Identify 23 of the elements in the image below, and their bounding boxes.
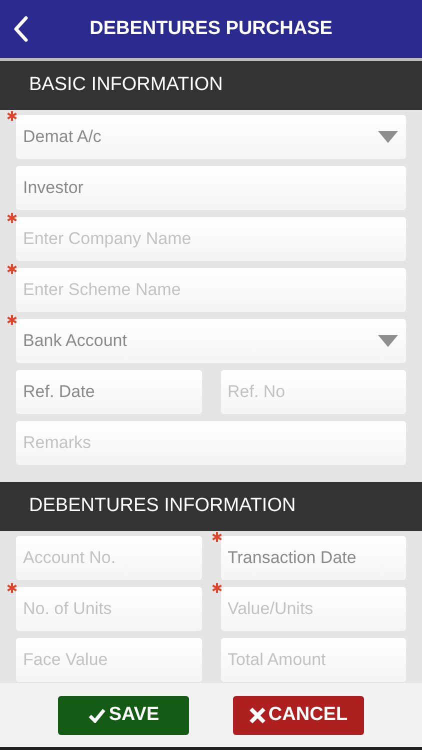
- close-icon: [249, 706, 266, 724]
- input-field[interactable]: Enter Company Name: [16, 217, 406, 261]
- input-field[interactable]: Enter Scheme Name: [16, 268, 406, 312]
- section-header: BASIC INFORMATION: [0, 61, 422, 110]
- input-field[interactable]: Face Value: [16, 638, 202, 682]
- input-field[interactable]: Transaction Date: [220, 536, 406, 580]
- input-field[interactable]: Ref. No: [220, 370, 406, 414]
- input-field[interactable]: Investor: [16, 166, 406, 210]
- input-field[interactable]: Remarks: [16, 421, 406, 465]
- dropdown-field[interactable]: Demat A/c: [16, 115, 406, 159]
- dropdown-caret-icon: [378, 335, 398, 347]
- check-icon: [88, 708, 106, 722]
- input-field[interactable]: Total Amount: [220, 638, 406, 682]
- input-field[interactable]: No. of Units: [16, 587, 202, 631]
- cancel-button[interactable]: CANCEL: [233, 696, 364, 734]
- input-field[interactable]: Account No.: [16, 536, 202, 580]
- input-field[interactable]: Value/Units: [220, 587, 406, 631]
- dropdown-field[interactable]: Bank Account: [16, 319, 406, 363]
- section-header: DEBENTURES INFORMATION: [0, 482, 422, 531]
- dropdown-caret-icon: [378, 131, 398, 143]
- save-button[interactable]: SAVE: [58, 696, 189, 734]
- input-field[interactable]: Ref. Date: [16, 370, 202, 414]
- screen-title: DEBENTURES PURCHASE: [90, 16, 332, 41]
